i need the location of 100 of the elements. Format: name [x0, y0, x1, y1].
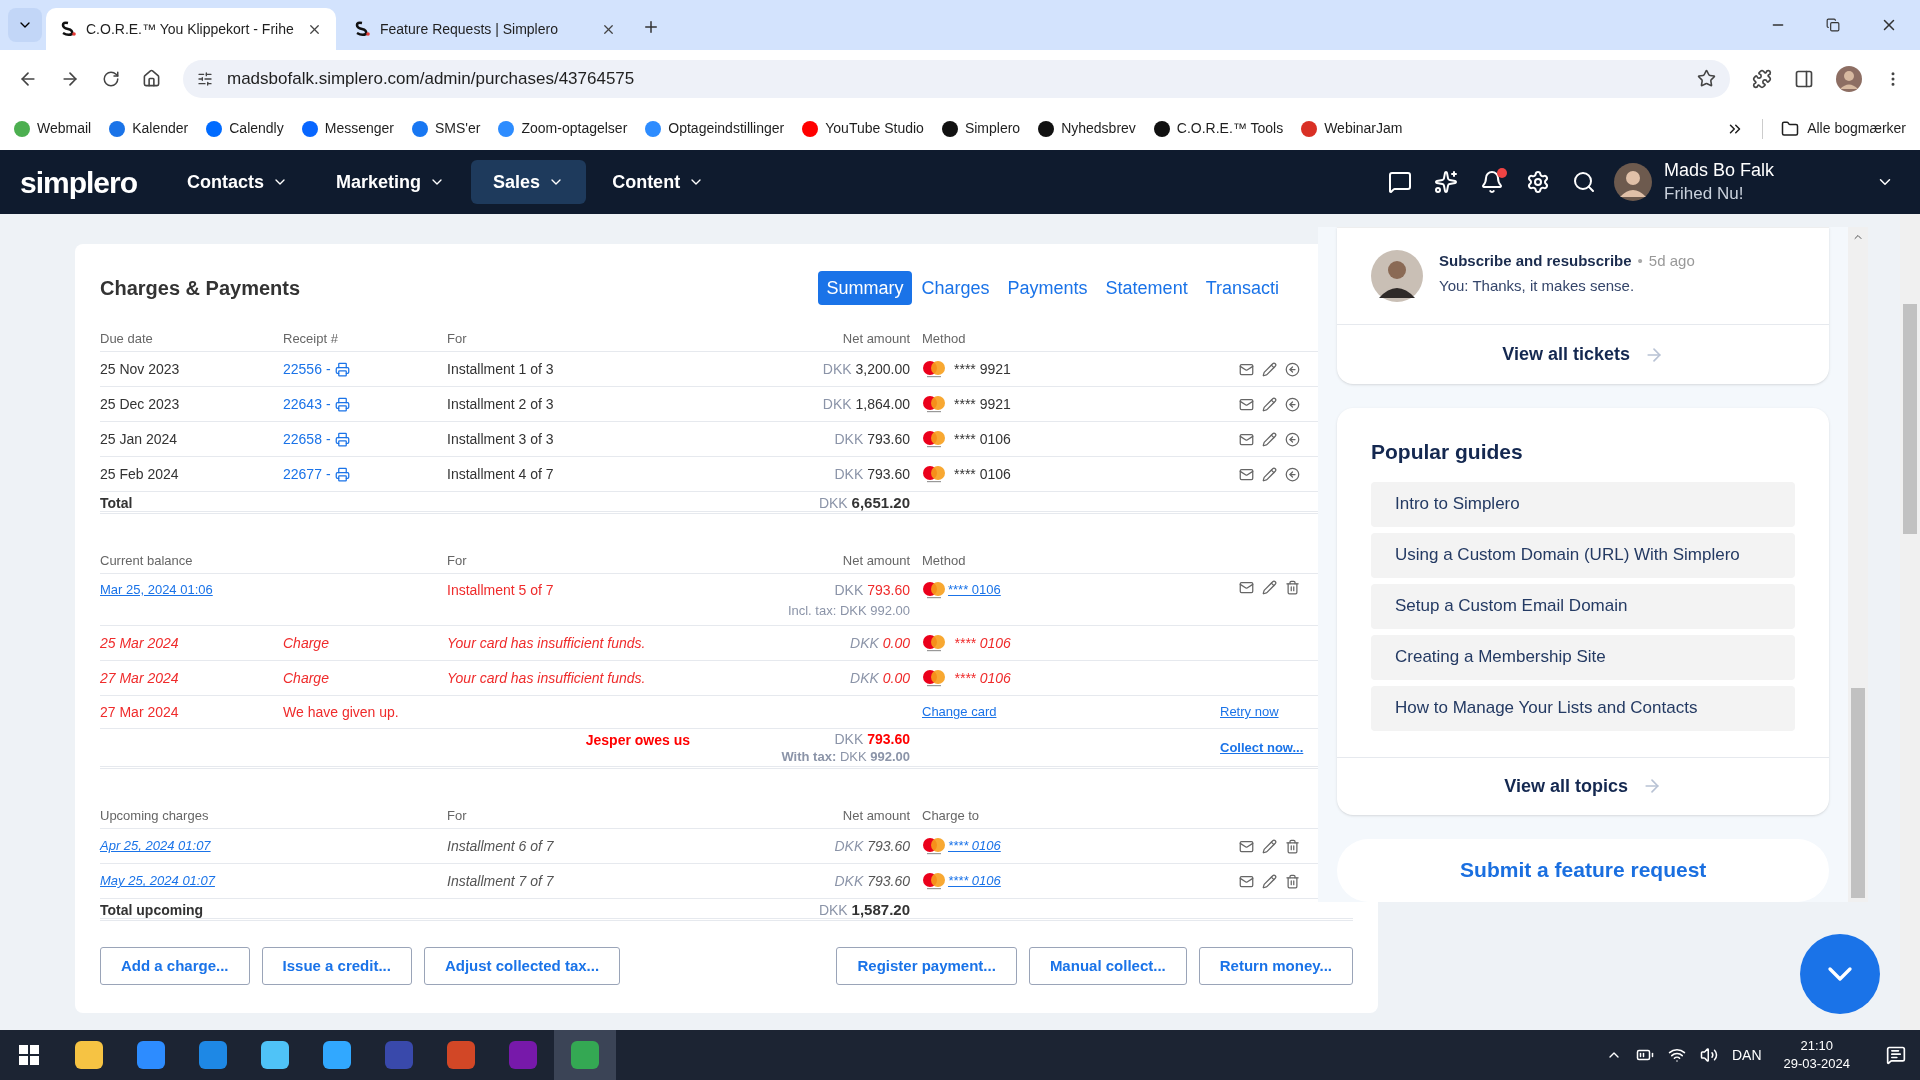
card-title: Charges & Payments	[100, 276, 302, 301]
failed-date: 25 Mar 2024	[100, 633, 180, 653]
due-date: 25 Nov 2023	[100, 359, 181, 379]
ticket-time: 5d ago	[1648, 251, 1695, 271]
tab[interactable]: Summary	[818, 271, 912, 305]
tab[interactable]: Statement	[1097, 271, 1196, 305]
action-button[interactable]: Return money...	[1198, 947, 1353, 985]
column-header: For	[447, 806, 468, 825]
bookmark[interactable]: Nyhedsbrev	[1038, 118, 1136, 139]
bookmark[interactable]: WebinarJam	[1301, 118, 1403, 139]
action-button[interactable]: Manual collect...	[1028, 947, 1187, 985]
description: Installment 2 of 3	[447, 394, 555, 414]
browser-tab[interactable]: Feature Requests | Simplero	[340, 8, 630, 50]
amount: DKK 793.60	[833, 836, 910, 856]
view-tickets-link[interactable]: View all tickets	[1337, 324, 1830, 384]
failed-date: 27 Mar 2024	[100, 702, 180, 722]
charge-type: Charge	[283, 668, 330, 688]
charge-type: Charge	[283, 633, 330, 653]
card-number: **** 0106	[954, 668, 1011, 688]
guide-link[interactable]: How to Manage Your Lists and Contacts	[1371, 685, 1796, 731]
action-button[interactable]: Register payment...	[836, 947, 1017, 985]
card-number: **** 0106	[954, 464, 1011, 484]
action-button[interactable]: Adjust collected tax...	[423, 947, 621, 985]
browser-tab[interactable]: C.O.R.E.™ You Klippekort - Frihe	[46, 8, 336, 50]
address-bar[interactable]: madsbofalk.simplero.com/admin/purchases/43764575	[183, 59, 1730, 98]
guide-link[interactable]: Setup a Custom Email Domain	[1371, 583, 1796, 629]
bookmark-label: Alle bogmærker	[1807, 119, 1906, 138]
nav-menu[interactable]: Content	[590, 160, 727, 204]
total-amount: DKK 6,651.20	[817, 493, 910, 513]
language-indicator[interactable]: DAN	[1731, 1044, 1762, 1066]
amount: DKK 0.00	[849, 633, 910, 653]
card-link[interactable]: **** 0106	[948, 836, 1001, 856]
column-header: Charge to	[921, 806, 981, 825]
nav-menu[interactable]: Sales	[471, 160, 587, 204]
bookmark[interactable]: YouTube Studio	[802, 118, 924, 139]
collect-link[interactable]: Collect now...	[1220, 737, 1304, 758]
separator: •	[1637, 251, 1643, 271]
bookmark-folder[interactable]: Alle bogmærker	[1781, 118, 1906, 139]
retry-link[interactable]: Retry now	[1220, 702, 1279, 722]
charge-date-link[interactable]: May 25, 2024 01:07	[100, 871, 215, 891]
bookmark[interactable]: C.O.R.E.™ Tools	[1153, 118, 1284, 139]
receipt-link[interactable]: 22556	[283, 358, 322, 380]
total-label: Total	[100, 493, 134, 513]
amount: DKK 3,200.00	[821, 359, 910, 379]
amount: DKK 793.60	[833, 871, 910, 891]
failed-date: 27 Mar 2024	[100, 668, 180, 688]
column-header: Method	[921, 329, 967, 348]
card-number: **** 9921	[954, 359, 1011, 379]
feature-request-button[interactable]: Submit a feature request	[1337, 838, 1830, 902]
tab-title: Feature Requests | Simplero	[380, 19, 559, 39]
guide-link[interactable]: Intro to Simplero	[1371, 481, 1796, 527]
amount: DKK 1,864.00	[821, 394, 910, 414]
nav-menu[interactable]: Contacts	[165, 160, 311, 204]
guide-link[interactable]: Using a Custom Domain (URL) With Simplero	[1371, 532, 1796, 578]
bookmark[interactable]: Calendly	[206, 118, 284, 139]
bookmark[interactable]: Webmail	[14, 118, 92, 139]
bookmark[interactable]: Zoom-optagelser	[498, 118, 628, 139]
receipt-link[interactable]: 22643	[283, 393, 322, 415]
view-topics-link[interactable]: View all topics	[1337, 756, 1830, 815]
change-card-link[interactable]: Change card	[910, 702, 997, 722]
owed-amount: DKK 793.60	[834, 730, 910, 748]
ticket-title[interactable]: Subscribe and resubscribe	[1439, 250, 1632, 273]
ticket-message: You: Thanks, it makes sense.	[1439, 275, 1636, 296]
tab[interactable]: Transacti	[1197, 271, 1287, 305]
url-text: madsbofalk.simplero.com/admin/purchases/43764575	[227, 67, 636, 90]
logo[interactable]: simplero	[20, 159, 138, 205]
receipt-link[interactable]: 22677	[283, 463, 322, 485]
card-link[interactable]: **** 0106	[948, 580, 1001, 600]
charge-date-link[interactable]: Mar 25, 2024 01:06	[100, 580, 283, 600]
bookmark[interactable]: Simplero	[941, 118, 1021, 139]
card-number: **** 0106	[954, 633, 1011, 653]
bookmark[interactable]: Optageindstillinger	[645, 118, 785, 139]
tab[interactable]: Payments	[999, 271, 1096, 305]
action-button[interactable]: Issue a credit...	[261, 947, 412, 985]
column-header: Net amount	[841, 329, 910, 348]
guide-link[interactable]: Creating a Membership Site	[1371, 634, 1796, 680]
column-header: Method	[921, 551, 967, 570]
description: Installment 4 of 7	[447, 464, 555, 484]
column-header: Due date	[100, 329, 154, 348]
charge-date-link[interactable]: Apr 25, 2024 01:07	[100, 836, 211, 856]
owed-with-tax: With tax: DKK 992.00	[781, 747, 910, 765]
clock-time[interactable]: 21:10	[1800, 1037, 1833, 1055]
receipt-link[interactable]: 22658	[283, 428, 322, 450]
column-header: Current balance	[100, 551, 194, 570]
due-date: 25 Jan 2024	[100, 429, 179, 449]
tab[interactable]: Charges	[913, 271, 998, 305]
amount: DKK 793.60	[834, 581, 910, 600]
clock-date[interactable]: 29-03-2024	[1783, 1055, 1850, 1073]
bookmark[interactable]: SMS'er	[412, 118, 481, 139]
description: Installment 3 of 3	[447, 429, 555, 449]
separator: -	[325, 394, 331, 414]
bookmark[interactable]: Kalender	[109, 118, 189, 139]
user-name: Mads Bo Falk	[1664, 159, 1776, 182]
action-button[interactable]: Add a charge...	[100, 947, 250, 985]
column-header: For	[447, 329, 468, 348]
description: Installment 1 of 3	[447, 359, 555, 379]
nav-menu[interactable]: Marketing	[314, 160, 468, 204]
amount: DKK 793.60	[833, 464, 910, 484]
card-link[interactable]: **** 0106	[948, 871, 1001, 891]
bookmark[interactable]: Messenger	[301, 118, 394, 139]
